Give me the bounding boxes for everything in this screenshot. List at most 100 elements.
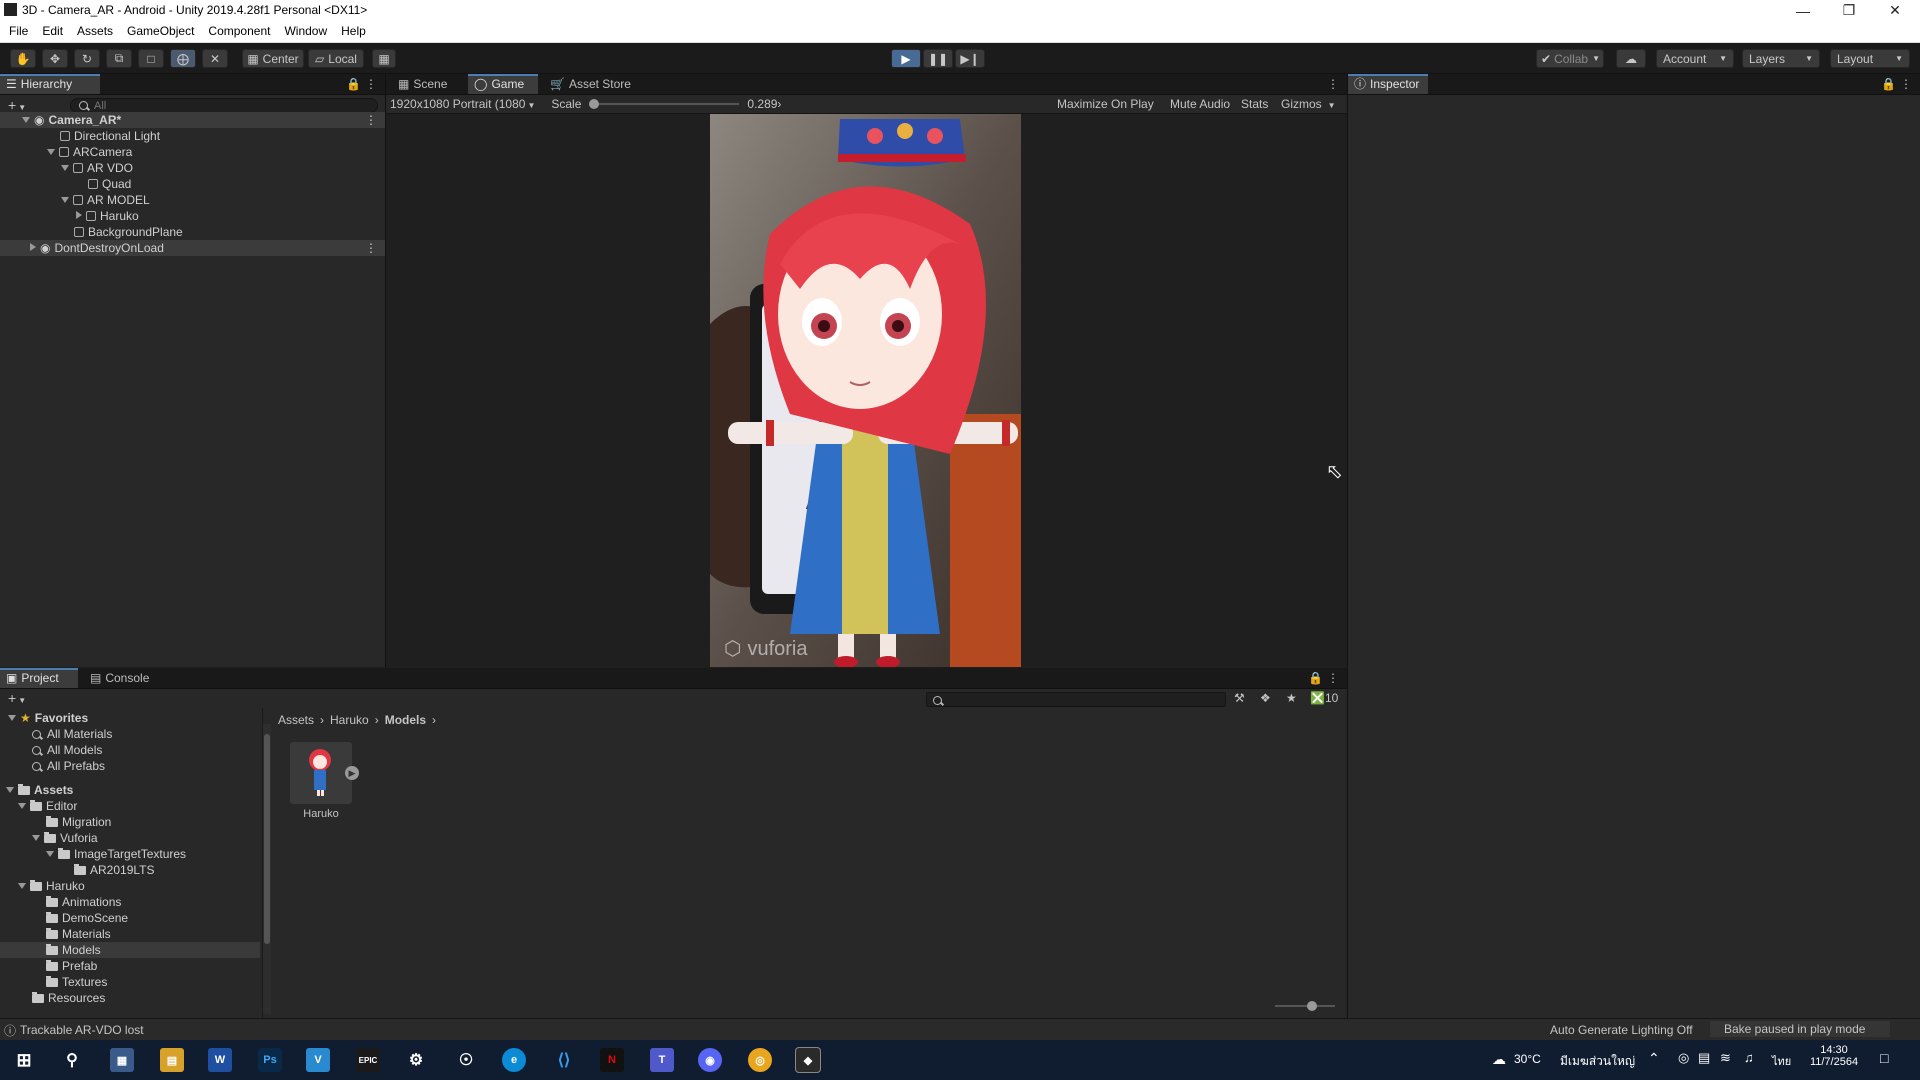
list-item[interactable]: Vuforia — [32, 830, 98, 846]
scale-tool-button[interactable]: ⧉ — [106, 49, 132, 68]
account-dropdown[interactable]: Account ▼ — [1656, 49, 1734, 68]
menu-component[interactable]: Component — [201, 21, 277, 42]
hand-tool-button[interactable]: ✋ — [10, 49, 36, 68]
kebab-menu-icon[interactable]: ⋮ — [1327, 77, 1339, 91]
tab-game[interactable]: ◯ Game — [468, 74, 538, 94]
gizmos-dropdown[interactable]: Gizmos ▼ — [1281, 97, 1336, 111]
discord-icon[interactable]: ◉ — [698, 1048, 722, 1072]
pivot-center-button[interactable]: ▦ Center — [242, 49, 304, 68]
expand-arrow-icon[interactable] — [6, 787, 14, 793]
kebab-menu-icon[interactable]: ⋮ — [1327, 671, 1339, 685]
breadcrumb-haruko[interactable]: Haruko — [330, 713, 369, 727]
clock[interactable]: 14:30 11/7/2564 — [1806, 1044, 1862, 1068]
hierarchy-row[interactable]: ◉ DontDestroyOnLoad ⋮ — [0, 240, 385, 256]
list-item[interactable]: Resources — [32, 990, 105, 1006]
tree-scrollbar[interactable] — [263, 724, 271, 1014]
teams-icon[interactable]: T — [650, 1048, 674, 1072]
minimize-button[interactable]: — — [1780, 0, 1826, 21]
hierarchy-row[interactable]: AR MODEL — [61, 192, 150, 208]
vegas-icon[interactable]: V — [306, 1048, 330, 1072]
list-item-selected[interactable]: Models — [0, 942, 260, 958]
game-view[interactable]: AR — [710, 114, 1021, 667]
expand-arrow-icon[interactable] — [18, 883, 26, 889]
list-item[interactable]: ImageTargetTextures — [46, 846, 186, 862]
scrollbar-thumb[interactable] — [264, 734, 270, 944]
list-item[interactable]: Materials — [46, 926, 111, 942]
layout-dropdown[interactable]: Layout ▼ — [1830, 49, 1910, 68]
list-item[interactable]: Editor — [18, 798, 77, 814]
breadcrumb-models[interactable]: Models — [385, 713, 426, 727]
epic-games-icon[interactable]: EPIC — [356, 1048, 380, 1072]
weather-text[interactable]: มีเมฆส่วนใหญ่ — [1560, 1052, 1635, 1071]
expand-asset-button[interactable]: ▶ — [345, 766, 359, 780]
word-icon[interactable]: W — [208, 1048, 232, 1072]
tab-scene[interactable]: ▦ Scene — [392, 74, 455, 94]
hierarchy-row[interactable]: Haruko — [76, 208, 139, 224]
menu-assets[interactable]: Assets — [70, 21, 120, 42]
lock-icon[interactable]: 🔒 — [1881, 77, 1896, 91]
vscode-icon[interactable]: ⟨⟩ — [552, 1048, 576, 1072]
unity-taskbar-icon[interactable]: ◆ — [795, 1047, 821, 1073]
hierarchy-row[interactable]: ARCamera — [47, 144, 132, 160]
lock-icon[interactable]: 🔒 — [1308, 671, 1323, 685]
weather-temp[interactable]: 30°C — [1514, 1052, 1541, 1066]
rect-tool-button[interactable]: □ — [138, 49, 164, 68]
network-icon[interactable]: ◎ — [1678, 1050, 1689, 1066]
chevron-up-icon[interactable]: ⌃ — [1648, 1050, 1660, 1067]
cloud-button[interactable]: ☁ — [1616, 49, 1646, 68]
favorites-header[interactable]: ★ Favorites — [8, 710, 88, 726]
scale-slider[interactable] — [589, 98, 740, 110]
status-message[interactable]: Trackable AR-VDO lost — [20, 1023, 144, 1037]
collapsed-arrow-icon[interactable] — [76, 211, 82, 219]
expand-arrow-icon[interactable] — [8, 715, 16, 721]
obs-icon[interactable]: ☉ — [454, 1048, 478, 1072]
hierarchy-row[interactable]: BackgroundPlane — [74, 224, 183, 240]
search-icon[interactable]: ⚲ — [60, 1048, 84, 1072]
list-item[interactable]: DemoScene — [46, 910, 128, 926]
list-item[interactable]: All Prefabs — [32, 758, 105, 774]
expand-arrow-icon[interactable] — [61, 165, 69, 171]
maximize-on-play-toggle[interactable]: Maximize On Play — [1057, 97, 1154, 111]
calculator-icon[interactable]: ▦ — [110, 1048, 134, 1072]
tab-console[interactable]: ▤ Console — [84, 668, 157, 688]
cloud-weather-icon[interactable]: ☁ — [1492, 1051, 1506, 1068]
list-item[interactable]: Textures — [46, 974, 107, 990]
mute-audio-toggle[interactable]: Mute Audio — [1170, 97, 1230, 111]
notification-icon[interactable]: □ — [1880, 1050, 1888, 1066]
expand-arrow-icon[interactable] — [32, 835, 40, 841]
move-tool-button[interactable]: ✥ — [42, 49, 68, 68]
breadcrumb-assets[interactable]: Assets — [278, 713, 314, 727]
collab-dropdown[interactable]: ✔ Collab ▼ — [1536, 49, 1604, 68]
play-button[interactable]: ▶ — [891, 49, 921, 68]
grid-snap-button[interactable]: ▦ — [372, 49, 396, 68]
bake-status[interactable]: Bake paused in play mode — [1710, 1021, 1890, 1037]
wifi-icon[interactable]: ≋ — [1720, 1050, 1731, 1066]
menu-file[interactable]: File — [2, 21, 35, 42]
kebab-menu-icon[interactable]: ⋮ — [1900, 77, 1912, 91]
expand-arrow-icon[interactable] — [47, 149, 55, 155]
slider-thumb[interactable] — [1307, 1001, 1317, 1011]
battery-icon[interactable]: ▤ — [1698, 1050, 1710, 1066]
hierarchy-search-input[interactable]: All — [70, 98, 378, 113]
create-button[interactable]: + ▼ — [8, 689, 26, 707]
asset-thumbnail[interactable] — [290, 742, 352, 804]
list-item[interactable]: Prefab — [46, 958, 97, 974]
pause-button[interactable]: ❚❚ — [923, 49, 953, 68]
expand-arrow-icon[interactable] — [61, 197, 69, 203]
edge-icon[interactable]: e — [502, 1048, 526, 1072]
expand-arrow-icon[interactable] — [18, 803, 26, 809]
photoshop-icon[interactable]: Ps — [258, 1048, 282, 1072]
file-explorer-icon[interactable]: ▤ — [160, 1048, 184, 1072]
custom-tool-button[interactable]: ✕ — [202, 49, 228, 68]
slider-thumb[interactable] — [589, 99, 600, 109]
hierarchy-row[interactable]: AR VDO — [61, 160, 133, 176]
language-indicator[interactable]: ไทย — [1772, 1052, 1791, 1070]
menu-window[interactable]: Window — [277, 21, 334, 42]
list-item[interactable]: Haruko — [18, 878, 85, 894]
assets-header[interactable]: Assets — [6, 782, 73, 798]
list-item[interactable]: All Materials — [32, 726, 112, 742]
kebab-menu-icon[interactable]: ⋮ — [365, 112, 377, 128]
tab-hierarchy[interactable]: ☰ Hierarchy — [0, 74, 100, 94]
expand-arrow-icon[interactable] — [46, 851, 54, 857]
tab-asset-store[interactable]: 🛒 Asset Store — [544, 74, 639, 94]
